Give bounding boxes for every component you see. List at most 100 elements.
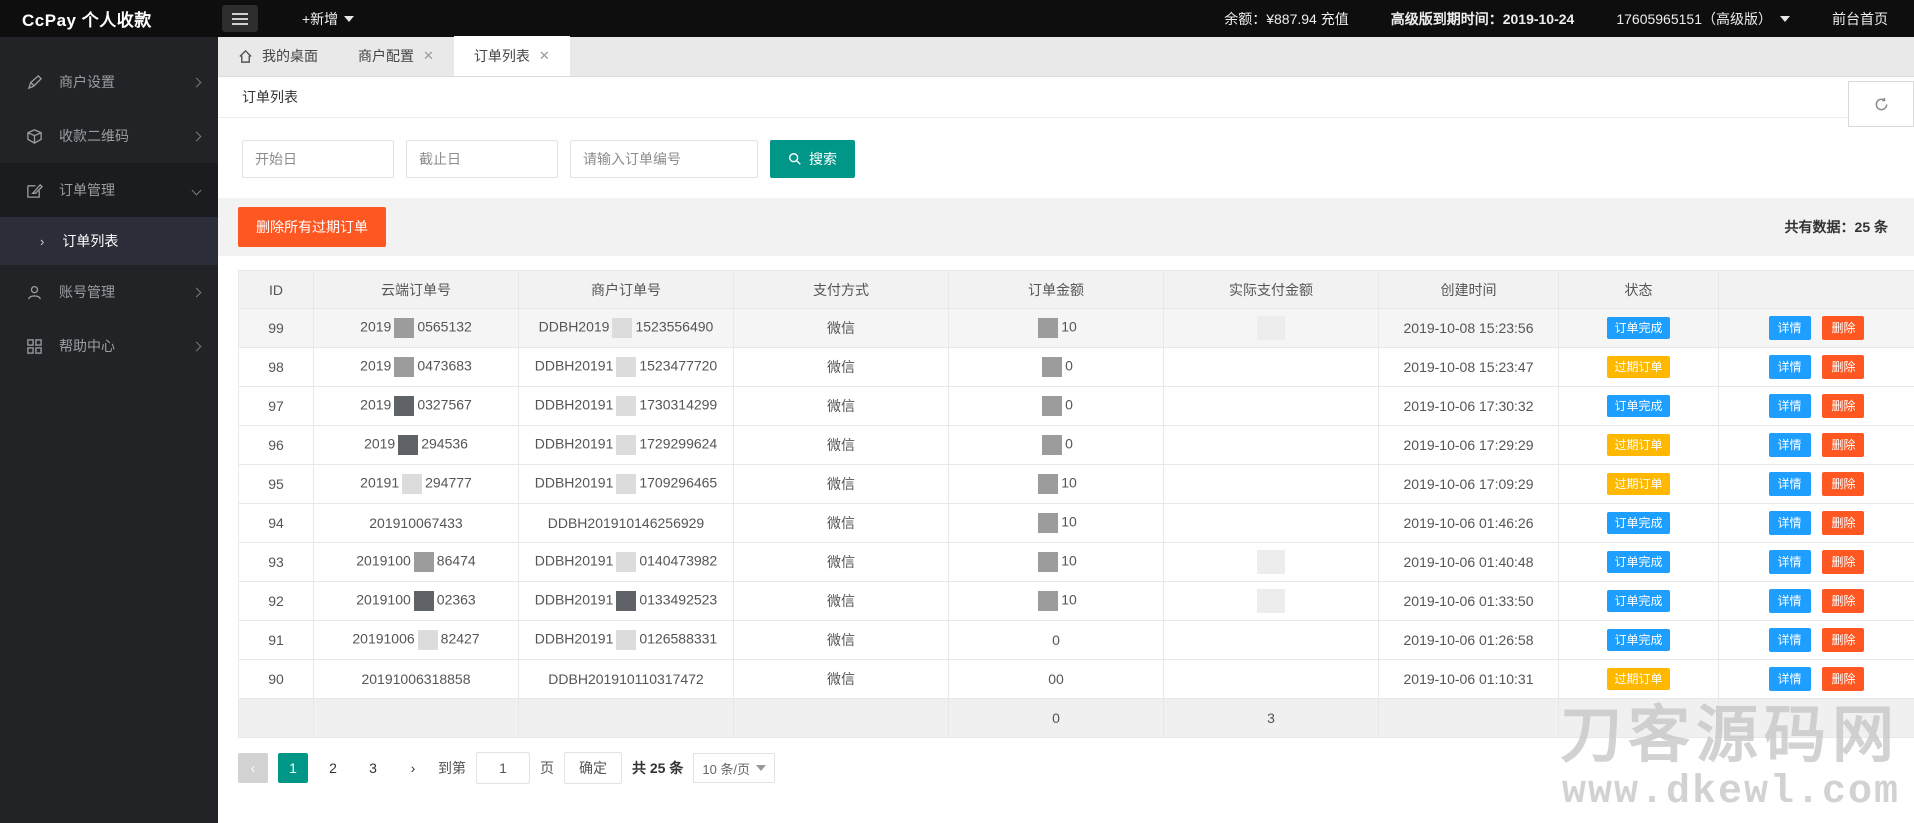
table-header-row: ID 云端订单号 商户订单号 支付方式 订单金额 实际支付金额 创建时间 状态 [238, 270, 1914, 309]
cell-paid-amount [1163, 581, 1379, 621]
col-header-status: 状态 [1558, 270, 1719, 309]
detail-button[interactable]: 详情 [1768, 472, 1811, 496]
table-row: 91 20191006 82427 DDBH20191 0126588331 微信 … [238, 620, 1914, 660]
add-new-dropdown[interactable]: +新增 [302, 9, 355, 29]
expiry-text: 高级版到期时间：2019-10-24 [1390, 10, 1575, 27]
detail-button[interactable]: 详情 [1768, 550, 1811, 574]
cell-merchant-order: DDBH20191 0126588331 [518, 620, 734, 660]
sidebar-item-qrcode[interactable]: 收款二维码 [0, 109, 218, 163]
confirm-button[interactable]: 确定 [564, 752, 622, 784]
detail-button[interactable]: 详情 [1768, 394, 1811, 418]
cell-paid-amount [1163, 542, 1379, 582]
delete-button[interactable]: 删除 [1822, 589, 1865, 613]
delete-button[interactable]: 删除 [1822, 394, 1865, 418]
search-button[interactable]: 搜索 [770, 140, 855, 178]
cell-merchant-order: DDBH20191 1729299624 [518, 425, 734, 465]
tab-my-desktop[interactable]: 我的桌面 [218, 36, 338, 76]
cell-status: 订单完成 [1558, 542, 1719, 582]
page-button-2[interactable]: 2 [318, 753, 348, 783]
delete-button[interactable]: 删除 [1822, 316, 1865, 340]
col-header-pay-method: 支付方式 [733, 270, 949, 309]
end-date-input[interactable] [406, 140, 558, 178]
delete-expired-button[interactable]: 删除所有过期订单 [238, 207, 386, 247]
front-home-link[interactable]: 前台首页 [1832, 9, 1888, 29]
close-icon[interactable]: ✕ [423, 48, 434, 64]
sidebar-item-help-center[interactable]: 帮助中心 [0, 319, 218, 373]
account-dropdown[interactable]: 17605965151（高级版） [1616, 9, 1790, 29]
close-icon[interactable]: ✕ [539, 48, 550, 64]
sidebar-item-account-management[interactable]: 账号管理 [0, 265, 218, 319]
censor-block [398, 435, 419, 455]
detail-button[interactable]: 详情 [1768, 589, 1811, 613]
cell-id: 90 [238, 659, 314, 699]
detail-button[interactable]: 详情 [1768, 511, 1811, 535]
cell-created-time: 2019-10-06 01:40:48 [1378, 542, 1559, 582]
cell-amount: 00 [948, 659, 1164, 699]
cell-id: 98 [238, 347, 314, 387]
cell-paid-amount [1163, 386, 1379, 426]
main-content: 我的桌面 商户配置 ✕ 订单列表 ✕ 订单列表 开始日 截止日 请输入订单编号 … [218, 36, 1914, 823]
delete-button[interactable]: 删除 [1822, 433, 1865, 457]
topbar: CcPay 个人收款 +新增 余额：¥887.94 充值 高级版到期时间：201… [0, 0, 1914, 37]
per-page-select[interactable]: 10 条/页 [693, 753, 776, 783]
cell-id: 92 [238, 581, 314, 621]
tab-bar: 我的桌面 商户配置 ✕ 订单列表 ✕ [218, 36, 1914, 77]
cell-cloud-order: 201910067433 [313, 503, 519, 543]
collapse-menu-button[interactable] [222, 5, 258, 32]
sidebar-item-label: 订单管理 [59, 182, 115, 198]
delete-button[interactable]: 删除 [1822, 628, 1865, 652]
cell-actions: 详情 删除 [1718, 659, 1914, 699]
censor-block [612, 318, 633, 338]
cell-cloud-order: 2019 294536 [313, 425, 519, 465]
delete-button[interactable]: 删除 [1822, 355, 1865, 379]
refresh-button[interactable] [1848, 81, 1914, 127]
cell-merchant-order: DDBH20191 0140473982 [518, 542, 734, 582]
detail-button[interactable]: 详情 [1768, 628, 1811, 652]
cell-created-time: 2019-10-06 17:30:32 [1378, 386, 1559, 426]
col-header-created: 创建时间 [1378, 270, 1559, 309]
detail-button[interactable]: 详情 [1768, 316, 1811, 340]
order-table: ID 云端订单号 商户订单号 支付方式 订单金额 实际支付金额 创建时间 状态 … [238, 270, 1914, 738]
goto-page-input[interactable] [476, 752, 530, 784]
next-page-button[interactable]: › [398, 753, 428, 783]
cell-amount: 0 [948, 620, 1164, 660]
censor-block [417, 630, 438, 650]
delete-button[interactable]: 删除 [1822, 667, 1865, 691]
status-badge: 订单完成 [1607, 590, 1670, 612]
start-date-input[interactable] [242, 140, 394, 178]
cell-status: 过期订单 [1558, 347, 1719, 387]
cell-created-time: 2019-10-08 15:23:47 [1378, 347, 1559, 387]
table-row: 92 2019100 02363 DDBH20191 0133492523 微信 1… [238, 581, 1914, 621]
order-number-input[interactable] [570, 140, 758, 178]
sidebar-item-order-list-active[interactable]: › 订单列表 [0, 217, 218, 265]
recharge-link[interactable]: 充值 [1321, 11, 1349, 27]
censor-block [1038, 591, 1059, 611]
cell-pay-method: 微信 [733, 620, 949, 660]
tab-order-list[interactable]: 订单列表 ✕ [453, 36, 570, 76]
delete-button[interactable]: 删除 [1822, 472, 1865, 496]
censor-block [1257, 589, 1285, 613]
page-title-bar: 订单列表 [218, 77, 1914, 127]
page-button-3[interactable]: 3 [358, 753, 388, 783]
delete-button[interactable]: 删除 [1822, 550, 1865, 574]
cell-actions: 详情 删除 [1718, 503, 1914, 543]
hamburger-icon [232, 12, 248, 15]
order-edit-icon [27, 183, 43, 198]
prev-page-button[interactable]: ‹ [238, 753, 268, 783]
sidebar-item-label: 帮助中心 [59, 338, 115, 354]
col-header-merchant-order: 商户订单号 [518, 270, 734, 309]
detail-button[interactable]: 详情 [1768, 355, 1811, 379]
topbar-right: 余额：¥887.94 充值 高级版到期时间：2019-10-24 1760596… [1224, 9, 1914, 29]
sidebar-item-merchant-settings[interactable]: 商户设置 [0, 55, 218, 109]
page-title: 订单列表 [242, 89, 298, 105]
delete-button[interactable]: 删除 [1822, 511, 1865, 535]
tab-merchant-config[interactable]: 商户配置 ✕ [338, 36, 454, 76]
detail-button[interactable]: 详情 [1768, 433, 1811, 457]
table-row: 94 201910067433 DDBH201910146256929 微信 1… [238, 503, 1914, 543]
sidebar-item-order-management[interactable]: 订单管理 [0, 163, 218, 217]
cell-created-time: 2019-10-06 01:26:58 [1378, 620, 1559, 660]
help-grid-icon [27, 338, 42, 354]
page-button-1[interactable]: 1 [278, 753, 308, 783]
censor-block [616, 591, 637, 611]
detail-button[interactable]: 详情 [1768, 667, 1811, 691]
